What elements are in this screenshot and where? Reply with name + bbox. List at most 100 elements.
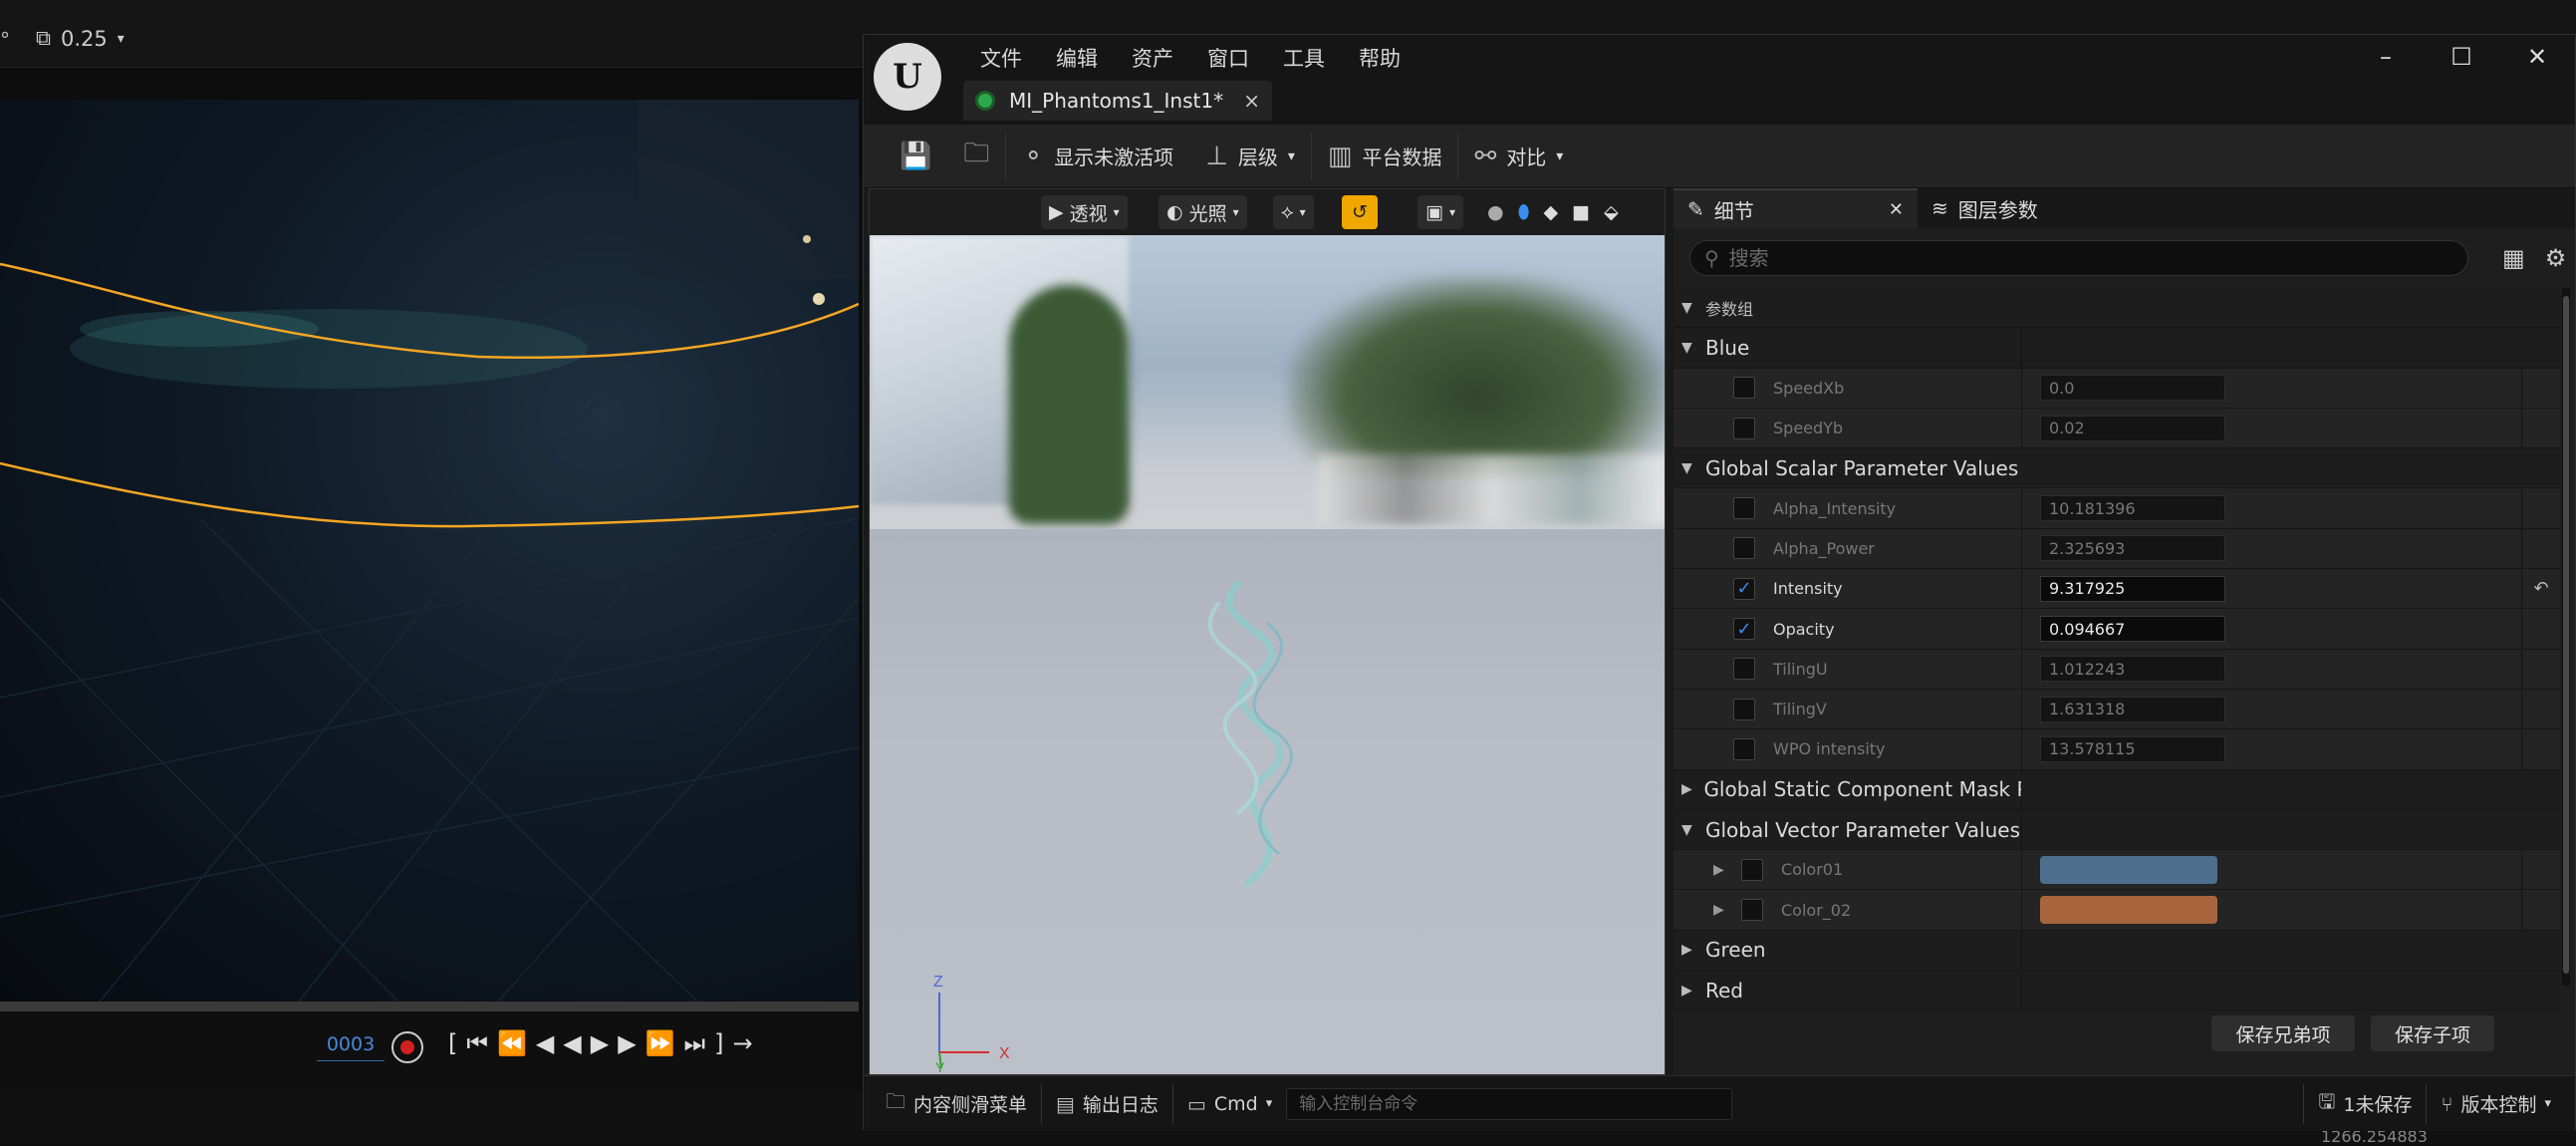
- content-drawer-button[interactable]: 🗀 内容侧滑菜单: [872, 1084, 1041, 1124]
- cube-icon[interactable]: ■: [1572, 201, 1590, 223]
- details-scrollbar[interactable]: [2562, 288, 2570, 986]
- save-icon: 💾: [900, 141, 932, 171]
- scale-snap-dropdown[interactable]: ⧉ 0.25 ▾: [36, 26, 125, 51]
- expand-arrow-icon[interactable]: ▶: [1713, 902, 1727, 918]
- unreal-logo[interactable]: U: [874, 43, 941, 111]
- settings-gear-icon[interactable]: ⚙: [2545, 244, 2567, 272]
- category-global-scalar[interactable]: ▼ Global Scalar Parameter Values: [1674, 448, 2560, 489]
- param-override-checkbox[interactable]: [1733, 698, 1755, 720]
- tab-close-icon[interactable]: ×: [1243, 89, 1260, 113]
- param-override-checkbox-checked[interactable]: ✓: [1733, 618, 1755, 641]
- param-value-field[interactable]: 10.181396: [2040, 495, 2225, 522]
- color-swatch[interactable]: [2040, 896, 2217, 925]
- param-value-field[interactable]: 0.094667: [2040, 616, 2225, 643]
- save-child-button[interactable]: 保存子项: [2371, 1015, 2494, 1051]
- param-groups-header[interactable]: ▼ 参数组: [1674, 288, 2560, 329]
- category-global-vector[interactable]: ▼ Global Vector Parameter Values: [1674, 809, 2560, 851]
- rotation-snap-degree[interactable]: °: [0, 28, 10, 52]
- current-frame-field[interactable]: 0003: [317, 1033, 385, 1061]
- reset-to-default-icon[interactable]: ↶: [2533, 578, 2548, 599]
- menu-file[interactable]: 文件: [963, 41, 1039, 77]
- spline-curve-lower[interactable]: [0, 461, 859, 528]
- lighting-dropdown[interactable]: ◐ 光照 ▾: [1159, 195, 1247, 229]
- param-value-field[interactable]: 1.631318: [2040, 696, 2225, 722]
- menu-edit[interactable]: 编辑: [1039, 41, 1115, 77]
- maximize-icon[interactable]: ☐: [2444, 43, 2479, 71]
- cylinder-icon[interactable]: ⬮: [1518, 201, 1530, 223]
- param-value-field[interactable]: 1.012243: [2040, 656, 2225, 683]
- custom-mesh-icon[interactable]: ⬙: [1604, 201, 1619, 223]
- output-log-button[interactable]: ▤ 输出日志: [1041, 1083, 1172, 1124]
- playback-controls[interactable]: [⏮⏪◀◀▶▶⏩⏭]→: [448, 1029, 762, 1057]
- tab-close-icon[interactable]: ✕: [1889, 199, 1904, 220]
- image-icon: ▣: [1425, 201, 1443, 223]
- param-override-checkbox[interactable]: [1733, 537, 1755, 560]
- param-override-checkbox[interactable]: [1741, 858, 1763, 881]
- browse-button[interactable]: 🗀: [947, 133, 1005, 180]
- param-name: Alpha_Power: [1773, 538, 1875, 558]
- param-override-checkbox[interactable]: [1741, 899, 1763, 922]
- unsaved-button[interactable]: 🖫 1未保存: [2303, 1083, 2426, 1124]
- search-input[interactable]: [1728, 246, 2427, 270]
- scrollbar-thumb[interactable]: [2563, 296, 2569, 974]
- category-green[interactable]: ▶ Green: [1674, 930, 2560, 972]
- param-override-checkbox[interactable]: [1733, 658, 1755, 681]
- param-row: SpeedYb 0.02: [1674, 408, 2560, 449]
- color-swatch[interactable]: [2040, 855, 2217, 884]
- category-global-static-mask[interactable]: ▶ Global Static Component Mask Par: [1674, 769, 2560, 810]
- hierarchy-dropdown[interactable]: ⊥ 层级 ▾: [1189, 133, 1311, 180]
- param-value-field[interactable]: 0.0: [2040, 375, 2225, 402]
- realtime-toggle[interactable]: ↺: [1342, 195, 1378, 229]
- platform-stats-button[interactable]: ▥ 平台数据: [1310, 132, 1458, 180]
- save-sibling-button[interactable]: 保存兄弟项: [2211, 1015, 2355, 1051]
- param-override-checkbox[interactable]: [1733, 417, 1755, 439]
- expanded-arrow-icon: ▼: [1681, 299, 1692, 316]
- tree-image: [1009, 285, 1129, 524]
- param-value-field[interactable]: 0.02: [2040, 415, 2225, 441]
- show-inactive-button[interactable]: ⚬ 显示未激活项: [1005, 132, 1189, 180]
- param-name: SpeedXb: [1773, 378, 1845, 398]
- param-value-field[interactable]: 9.317925: [2040, 575, 2225, 602]
- details-search-box[interactable]: ⚲: [1689, 240, 2468, 276]
- param-override-checkbox-checked[interactable]: ✓: [1733, 577, 1755, 600]
- menu-help[interactable]: 帮助: [1342, 41, 1417, 77]
- category-red[interactable]: ▶ Red: [1674, 971, 2560, 1011]
- level-scene: [0, 100, 859, 1002]
- perspective-dropdown[interactable]: ▶ 透视 ▾: [1041, 195, 1128, 229]
- compare-dropdown[interactable]: ⚯ 对比 ▾: [1457, 132, 1579, 180]
- sequencer-timeline[interactable]: [0, 1002, 859, 1011]
- console-command-input[interactable]: [1286, 1087, 1733, 1120]
- sphere-icon[interactable]: ●: [1487, 201, 1504, 223]
- preview-mesh-dropdown[interactable]: ▣ ▾: [1417, 195, 1463, 229]
- document-tab[interactable]: MI_Phantoms1_Inst1* ×: [963, 81, 1272, 121]
- param-value-field[interactable]: 2.325693: [2040, 535, 2225, 562]
- menu-asset[interactable]: 资产: [1115, 41, 1190, 77]
- source-control-button[interactable]: ⑂ 版本控制 ▾: [2426, 1083, 2565, 1124]
- param-name: Color_02: [1781, 900, 1852, 920]
- table-view-icon[interactable]: ▦: [2502, 244, 2525, 272]
- menu-tools[interactable]: 工具: [1266, 41, 1342, 77]
- expand-arrow-icon[interactable]: ▶: [1713, 862, 1727, 878]
- plane-icon[interactable]: ◆: [1544, 201, 1559, 223]
- preview-viewport[interactable]: ▶ 透视 ▾ ◐ 光照 ▾ ⟡ ▾ ↺ ▣ ▾ ● ⬮ ◆ ■ ⬙ Z X Y: [869, 188, 1666, 1075]
- save-button[interactable]: 💾: [884, 133, 947, 180]
- record-button[interactable]: [391, 1031, 423, 1063]
- scale-snap-icon: ⧉: [36, 26, 51, 50]
- search-icon: ⚲: [1704, 246, 1719, 270]
- param-name: TilingV: [1773, 700, 1827, 719]
- category-blue[interactable]: ▼ Blue: [1674, 328, 2560, 369]
- show-flags-dropdown[interactable]: ⟡ ▾: [1273, 195, 1314, 229]
- menu-window[interactable]: 窗口: [1190, 41, 1266, 77]
- tab-layer-parameters[interactable]: ≋ 图层参数: [1918, 188, 2052, 228]
- level-viewport[interactable]: [0, 100, 859, 1002]
- unsaved-file-icon: 🖫: [2318, 1088, 2336, 1113]
- close-icon[interactable]: ✕: [2519, 43, 2555, 71]
- minimize-icon[interactable]: –: [2368, 43, 2404, 71]
- param-override-checkbox[interactable]: [1733, 737, 1755, 760]
- param-override-checkbox[interactable]: [1733, 377, 1755, 400]
- param-override-checkbox[interactable]: [1733, 497, 1755, 520]
- tab-details[interactable]: ✎ 细节 ✕: [1674, 188, 1918, 228]
- param-value-field[interactable]: 13.578115: [2040, 735, 2225, 762]
- source-control-label: 版本控制: [2460, 1094, 2537, 1116]
- cmd-dropdown[interactable]: ▭ Cmd ▾: [1171, 1083, 1286, 1124]
